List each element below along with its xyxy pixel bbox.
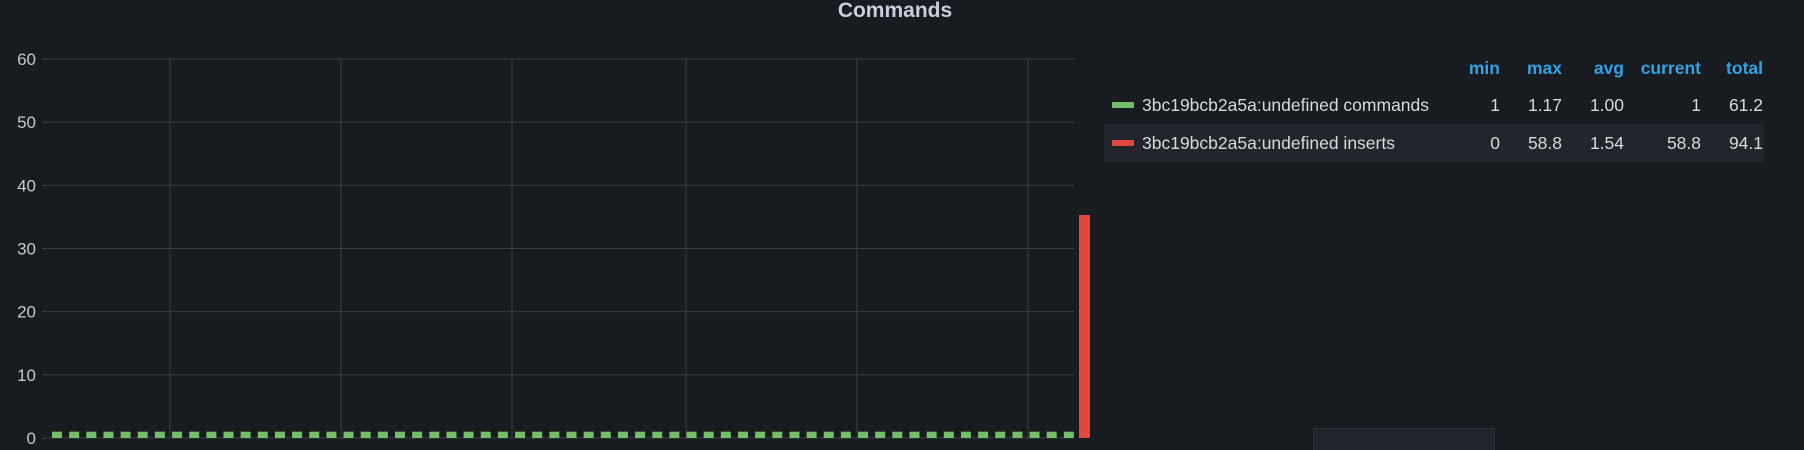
bar-commands[interactable] (240, 431, 251, 438)
bar-commands[interactable] (343, 431, 354, 438)
legend-row-commands[interactable]: 3bc19bcb2a5a:undefined commands 1 1.17 1… (1104, 86, 1764, 124)
bar-commands[interactable] (532, 431, 543, 438)
bar-commands[interactable] (840, 431, 851, 438)
bar-commands[interactable] (292, 431, 303, 438)
legend-series-name[interactable]: 3bc19bcb2a5a:undefined inserts (1142, 133, 1442, 154)
bar-commands[interactable] (772, 431, 783, 438)
bar-commands[interactable] (1029, 431, 1040, 438)
bar-commands[interactable] (172, 431, 183, 438)
legend-column-avg[interactable]: avg (1562, 58, 1624, 79)
bar-commands[interactable] (669, 431, 680, 438)
bar-commands[interactable] (429, 431, 440, 438)
legend-table: min max avg current total 3bc19bcb2a5a:u… (1104, 50, 1764, 162)
y-tick-label: 40 (17, 176, 36, 195)
legend-column-max[interactable]: max (1500, 58, 1562, 79)
bar-commands[interactable] (720, 431, 731, 438)
bar-commands[interactable] (995, 431, 1006, 438)
bar-commands[interactable] (617, 431, 628, 438)
bar-commands[interactable] (738, 431, 748, 438)
y-tick-label: 60 (17, 50, 36, 69)
bar-commands[interactable] (189, 431, 200, 438)
bar-commands[interactable] (463, 431, 474, 438)
legend-row-inserts[interactable]: 3bc19bcb2a5a:undefined inserts 0 58.8 1.… (1104, 124, 1764, 162)
bar-commands[interactable] (943, 431, 954, 438)
bar-commands[interactable] (515, 431, 526, 438)
y-axis-ticks: 0 10 20 30 40 50 60 (17, 50, 36, 448)
bar-commands[interactable] (154, 431, 165, 438)
legend-column-total[interactable]: total (1701, 58, 1763, 79)
legend-column-min[interactable]: min (1442, 58, 1500, 79)
bar-commands[interactable] (52, 431, 62, 438)
bar-commands[interactable] (223, 431, 234, 438)
bar-commands[interactable] (635, 431, 646, 438)
bar-commands[interactable] (583, 431, 594, 438)
y-tick-label: 10 (17, 366, 36, 385)
bar-commands[interactable] (480, 431, 491, 438)
bar-commands[interactable] (86, 431, 97, 438)
legend-value-current: 1 (1691, 94, 1701, 115)
bar-commands[interactable] (892, 431, 903, 438)
bar-chart[interactable]: 0 10 20 30 40 50 60 (0, 0, 1090, 450)
y-tick-label: 20 (17, 303, 36, 322)
bar-commands[interactable] (823, 431, 834, 438)
bar-commands[interactable] (257, 431, 268, 438)
bar-commands[interactable] (1063, 431, 1074, 438)
legend-value-max: 1.17 (1527, 94, 1562, 115)
bar-commands[interactable] (686, 431, 697, 438)
series-color-swatch[interactable] (1112, 140, 1134, 146)
legend-scroll-handle[interactable] (1313, 428, 1495, 450)
legend-value-avg: 1.54 (1589, 132, 1624, 153)
bar-commands[interactable] (549, 431, 560, 438)
bar-commands[interactable] (858, 431, 869, 438)
legend-value-total: 94.1 (1728, 132, 1763, 153)
bar-commands[interactable] (206, 431, 217, 438)
bar-commands[interactable] (326, 431, 337, 438)
series-color-swatch[interactable] (1112, 102, 1134, 108)
bar-commands[interactable] (103, 431, 114, 438)
bar-commands[interactable] (755, 431, 766, 438)
legend-header: min max avg current total (1104, 50, 1764, 86)
legend-value-total: 61.2 (1728, 94, 1763, 115)
bar-commands[interactable] (978, 431, 989, 438)
bar-commands[interactable] (137, 431, 148, 438)
bar-commands[interactable] (309, 431, 320, 438)
plot-area[interactable]: 0 10 20 30 40 50 60 (0, 0, 1090, 450)
y-tick-label: 50 (17, 113, 36, 132)
bar-commands[interactable] (926, 431, 937, 438)
bar-commands[interactable] (909, 431, 920, 438)
bar-commands[interactable] (960, 431, 971, 438)
grid (42, 58, 1074, 439)
bar-commands[interactable] (703, 431, 714, 438)
bar-commands[interactable] (120, 431, 131, 438)
y-tick-label: 30 (17, 240, 36, 259)
bar-inserts[interactable] (1079, 215, 1090, 438)
legend-series-name[interactable]: 3bc19bcb2a5a:undefined commands (1142, 95, 1442, 116)
bar-commands[interactable] (360, 431, 371, 438)
legend-value-avg: 1.00 (1589, 94, 1624, 115)
bar-commands[interactable] (395, 431, 405, 438)
bar-commands[interactable] (789, 431, 800, 438)
bar-commands[interactable] (600, 431, 611, 438)
bar-commands[interactable] (446, 431, 457, 438)
legend-value-current: 58.8 (1666, 132, 1701, 153)
bar-commands[interactable] (652, 431, 663, 438)
bar-commands[interactable] (1046, 431, 1057, 438)
y-tick-label: 0 (27, 429, 36, 448)
bar-commands[interactable] (1012, 431, 1023, 438)
legend-column-current[interactable]: current (1624, 58, 1701, 79)
bar-commands[interactable] (412, 431, 423, 438)
bar-commands[interactable] (377, 431, 388, 438)
bar-commands[interactable] (566, 431, 577, 438)
bar-commands[interactable] (274, 431, 285, 438)
bar-commands[interactable] (497, 431, 508, 438)
bar-commands[interactable] (806, 431, 817, 438)
graph-panel: Commands 0 10 20 30 40 50 60 min max avg curre… (0, 0, 1804, 450)
legend-value-max: 58.8 (1527, 132, 1562, 153)
bar-commands[interactable] (69, 431, 80, 438)
bar-commands[interactable] (875, 431, 886, 438)
legend-value-min: 1 (1490, 94, 1500, 115)
legend-value-min: 0 (1490, 132, 1500, 153)
